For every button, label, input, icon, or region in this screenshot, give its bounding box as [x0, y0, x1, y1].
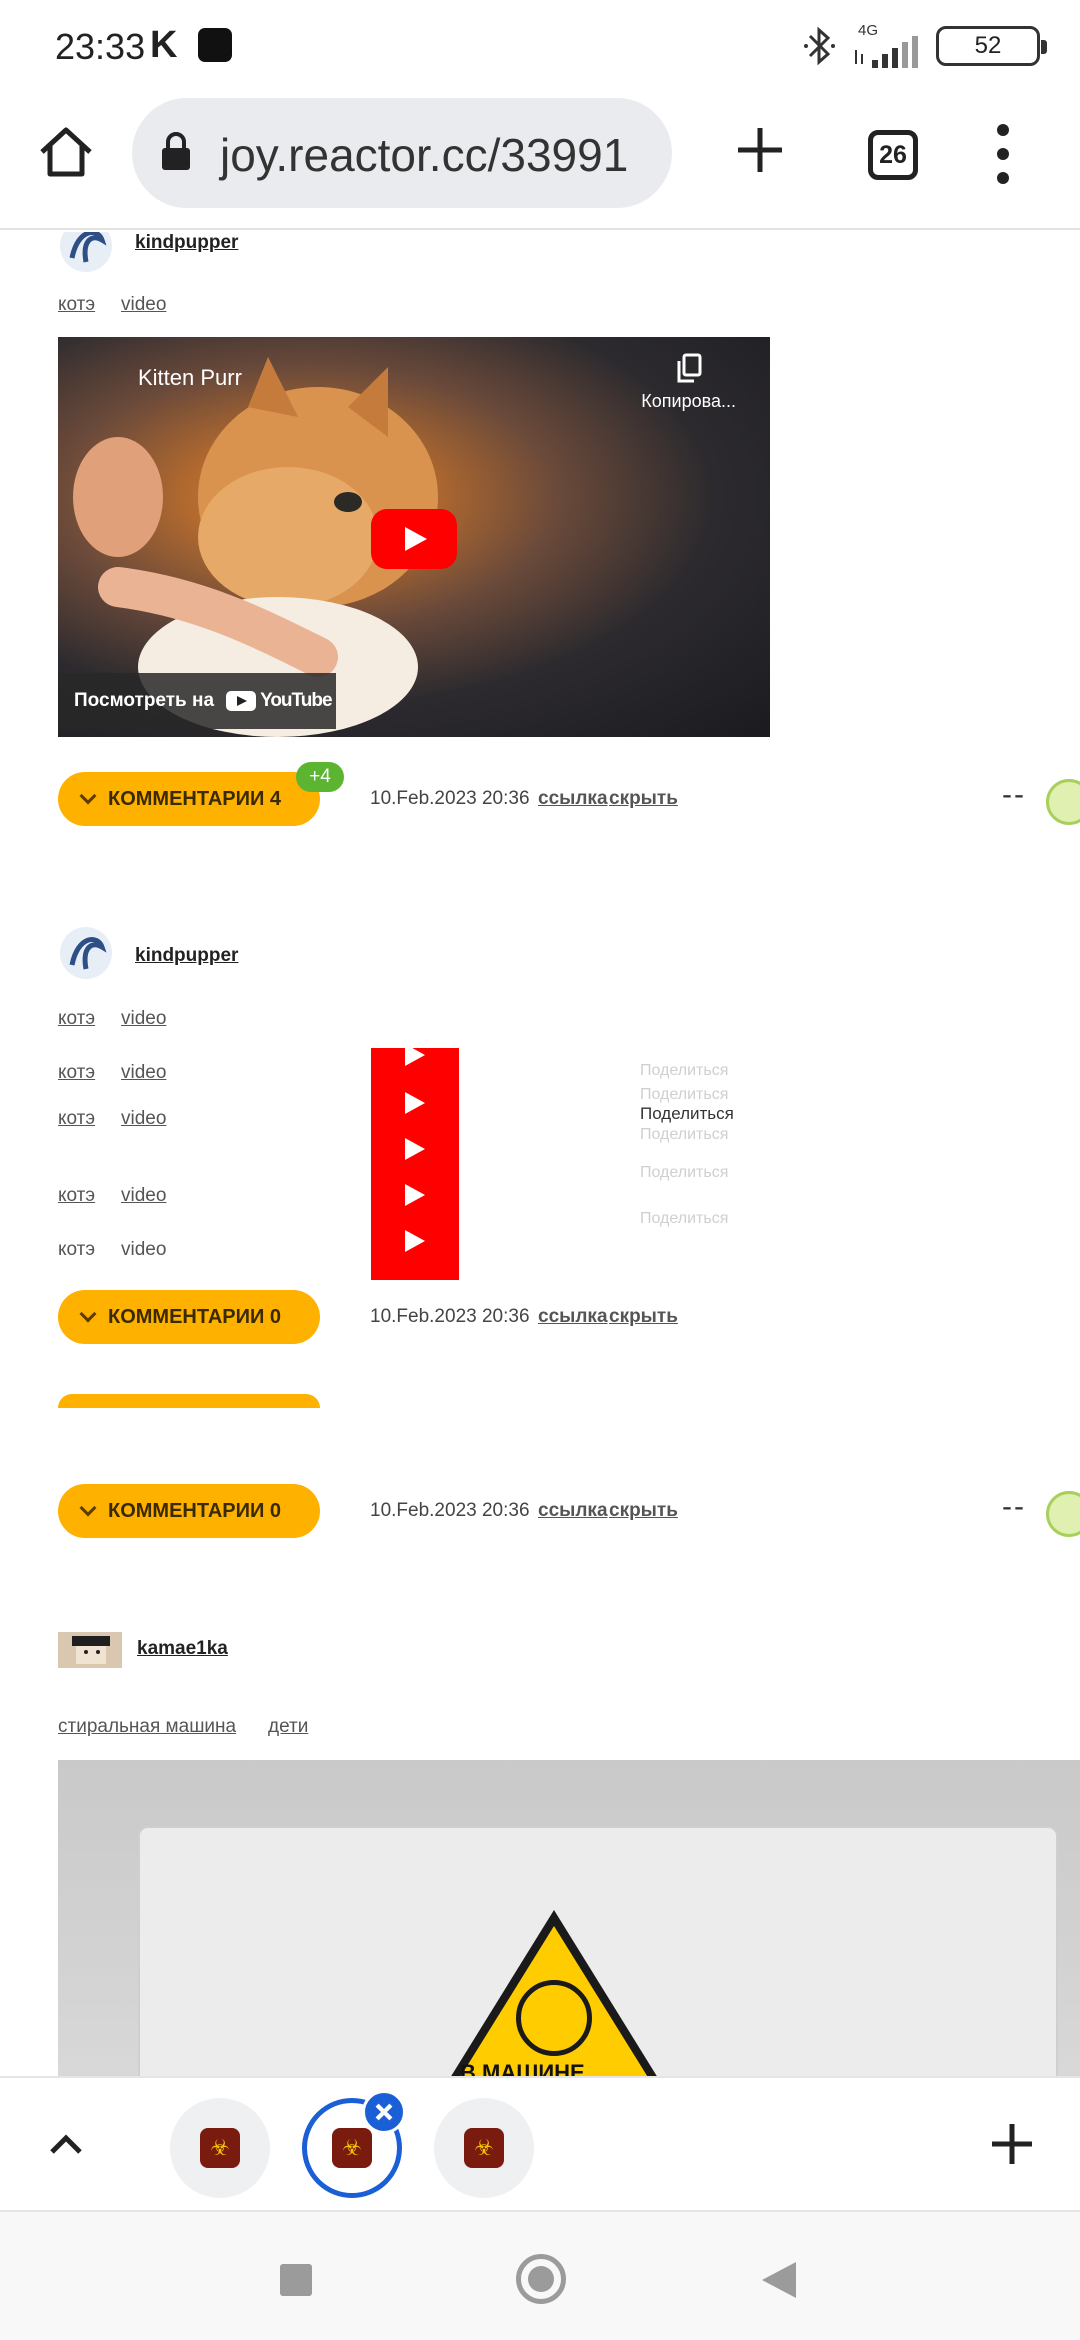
- comments-label: КОММЕНТАРИИ 4: [108, 787, 282, 810]
- share-button[interactable]: Поделиться: [640, 1104, 734, 1124]
- home-icon[interactable]: [36, 122, 96, 182]
- share-label-ghost: Поделиться: [640, 1210, 729, 1227]
- system-navigation-bar: [0, 2210, 1080, 2340]
- post-username[interactable]: kamae1ka: [137, 1638, 228, 1660]
- chevron-up-icon[interactable]: [48, 2126, 84, 2162]
- copy-link-label[interactable]: Копирова...: [641, 391, 736, 412]
- post-tag[interactable]: video: [121, 1062, 166, 1084]
- smile-icon[interactable]: [1046, 1491, 1080, 1537]
- site-favicon-icon: ☣: [200, 2128, 240, 2168]
- battery-indicator: 52: [936, 26, 1047, 66]
- url-text: joy.reactor.cc/33991: [220, 129, 629, 181]
- post-link[interactable]: ссылка: [538, 788, 608, 810]
- post-tag[interactable]: котэ: [58, 1008, 95, 1030]
- comments-button[interactable]: КОММЕНТАРИИ 4: [58, 772, 320, 826]
- post-date: 10.Feb.2023 20:36: [370, 1306, 530, 1327]
- user-avatar[interactable]: [58, 925, 114, 981]
- status-time: 23:33: [55, 26, 146, 67]
- page-content[interactable]: kindpupper котэ video Kitten Purr Копиро…: [0, 232, 1080, 2076]
- post-rating: --: [1002, 778, 1026, 811]
- post-username[interactable]: kindpupper: [135, 232, 238, 254]
- tab-switcher-button[interactable]: 26: [868, 130, 918, 180]
- user-avatar[interactable]: [58, 232, 114, 274]
- video-title: Kitten Purr: [138, 365, 242, 390]
- tab-strip: ☣ ☣ ☣: [0, 2076, 1080, 2210]
- post-tag[interactable]: video: [121, 1239, 166, 1261]
- watch-on-label: Посмотреть на: [74, 690, 215, 711]
- hide-post-link[interactable]: скрыть: [609, 1500, 678, 1522]
- comments-button[interactable]: КОММЕНТАРИИ 0: [58, 1484, 320, 1538]
- post-tag[interactable]: дети: [268, 1716, 308, 1738]
- plus-icon[interactable]: [990, 2122, 1034, 2166]
- smile-icon[interactable]: [1046, 779, 1080, 825]
- post-tag[interactable]: котэ: [58, 1239, 95, 1261]
- baby-face-icon: [516, 1980, 592, 2056]
- image-caption: В МАШИНЕ: [460, 2060, 585, 2076]
- new-tab-plus-icon[interactable]: [730, 120, 790, 180]
- signal-icon: 4G: [852, 22, 922, 68]
- post-link[interactable]: ссылка: [538, 1500, 608, 1522]
- lock-icon: [162, 132, 190, 170]
- post-tag[interactable]: стиральная машина: [58, 1716, 236, 1738]
- post-tag[interactable]: котэ: [58, 1185, 95, 1207]
- chevron-down-icon: [79, 1305, 97, 1323]
- post-tag[interactable]: video: [121, 294, 166, 316]
- post-tag[interactable]: video: [121, 1185, 166, 1207]
- post-rating: --: [1002, 1490, 1026, 1523]
- user-avatar[interactable]: [58, 1632, 122, 1668]
- recents-icon[interactable]: [280, 2264, 312, 2296]
- close-icon[interactable]: [362, 2090, 406, 2134]
- hide-post-link[interactable]: скрыть: [609, 788, 678, 810]
- youtube-logo: YouTube: [226, 690, 333, 712]
- share-label-ghost: Поделиться: [640, 1164, 729, 1181]
- notification-app-icon: [198, 28, 232, 62]
- comments-label: КОММЕНТАРИИ 0: [108, 1305, 282, 1328]
- post-date: 10.Feb.2023 20:36: [370, 1500, 530, 1521]
- post-tag[interactable]: video: [121, 1008, 166, 1030]
- youtube-logo-text: YouTube: [260, 690, 332, 711]
- chevron-down-icon: [79, 1499, 97, 1517]
- post-image[interactable]: В МАШИНЕ: [58, 1760, 1080, 2076]
- new-comments-badge: +4: [296, 762, 344, 792]
- post-tag[interactable]: video: [121, 1108, 166, 1130]
- share-label-ghost: Поделиться: [640, 1086, 729, 1103]
- youtube-play-button[interactable]: [371, 509, 457, 569]
- comments-label: КОММЕНТАРИИ 0: [108, 1499, 282, 1522]
- comments-button[interactable]: КОММЕНТАРИИ 0: [58, 1290, 320, 1344]
- share-label-ghost: Поделиться: [640, 1062, 729, 1079]
- tab-count: 26: [879, 140, 907, 169]
- hide-post-link[interactable]: скрыть: [609, 1306, 678, 1328]
- watch-on-youtube-button[interactable]: Посмотреть на YouTube: [58, 673, 336, 729]
- site-favicon-icon: ☣: [464, 2128, 504, 2168]
- back-icon[interactable]: [762, 2262, 796, 2298]
- more-vert-icon[interactable]: [990, 124, 1016, 184]
- status-bar: 23:33 K 4G 52: [0, 0, 1080, 92]
- tab-thumbnail[interactable]: ☣: [170, 2098, 270, 2198]
- post-link[interactable]: ссылка: [538, 1306, 608, 1328]
- home-nav-icon[interactable]: [516, 2254, 566, 2304]
- share-label-ghost: Поделиться: [640, 1126, 729, 1143]
- chevron-down-icon: [79, 787, 97, 805]
- post-date: 10.Feb.2023 20:36: [370, 788, 530, 809]
- notification-k-icon: K: [150, 24, 178, 66]
- copy-link-icon[interactable]: [676, 353, 702, 383]
- bluetooth-icon: [804, 26, 835, 66]
- status-indicators: 4G 52: [802, 22, 1047, 70]
- youtube-play-button-glitch[interactable]: [371, 1044, 459, 1280]
- post-username[interactable]: kindpupper: [135, 945, 238, 967]
- battery-level: 52: [974, 32, 1002, 59]
- comments-button-partial: [58, 1394, 320, 1408]
- tab-thumbnail[interactable]: ☣: [434, 2098, 534, 2198]
- video-embed[interactable]: Kitten Purr Копирова... Посмотреть на Yo…: [58, 337, 770, 737]
- site-favicon-icon: ☣: [332, 2128, 372, 2168]
- address-bar[interactable]: joy.reactor.cc/33991: [132, 98, 672, 208]
- browser-toolbar: joy.reactor.cc/33991 26: [0, 92, 1080, 230]
- post-tag[interactable]: котэ: [58, 1062, 95, 1084]
- post-tag[interactable]: котэ: [58, 294, 95, 316]
- post-tag[interactable]: котэ: [58, 1108, 95, 1130]
